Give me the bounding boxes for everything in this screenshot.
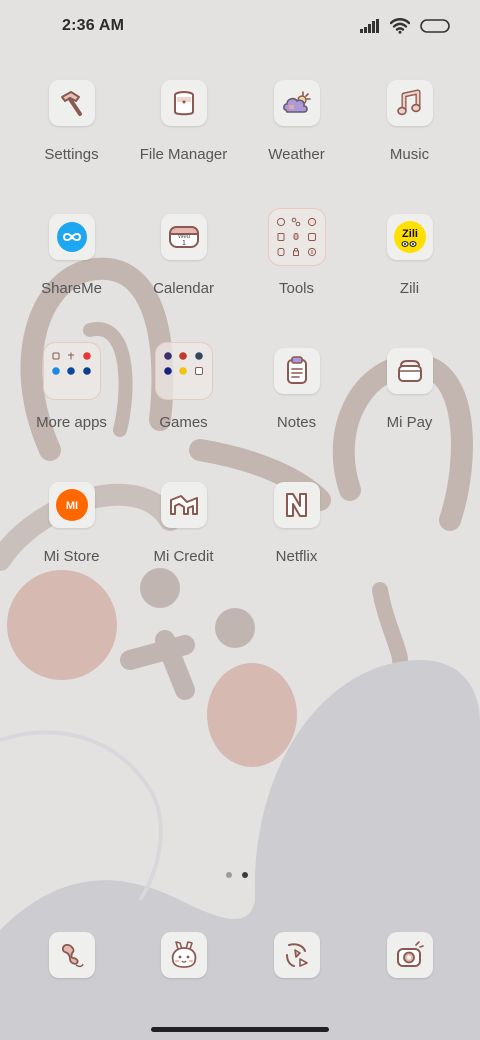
infinity-icon (48, 214, 95, 260)
mini-scissors-icon (290, 215, 303, 228)
signal-icon (360, 19, 379, 33)
app-label: Zili (399, 280, 420, 297)
mi-credit-icon (160, 482, 207, 528)
app-label: Weather (268, 146, 325, 163)
page-indicator (226, 872, 248, 878)
app-label: Netflix (275, 548, 318, 565)
mini-app-icon (50, 364, 63, 377)
mini-app-icon (65, 364, 78, 377)
browser-shapes-icon (273, 932, 320, 978)
home-screen: 2:36 AM Settings File Manager Weather Mu… (0, 0, 480, 1040)
status-bar: 2:36 AM (0, 0, 480, 56)
zili-logo-text: Zili (402, 228, 418, 240)
bunny-messages-icon (160, 932, 207, 978)
mini-compass-icon (305, 215, 318, 228)
netflix-n-icon (273, 482, 320, 528)
folder-games[interactable]: Games (127, 342, 240, 458)
app-label: Notes (276, 414, 317, 431)
app-label: Games (159, 414, 208, 431)
mini-game-icon (177, 349, 190, 362)
zili-icon: Zili (386, 214, 433, 260)
mini-game-icon (162, 364, 175, 377)
app-mi-store[interactable]: MI Mi Store (15, 482, 128, 592)
app-weather[interactable]: Weather (240, 80, 353, 190)
mini-scanner-icon (305, 230, 318, 243)
mini-calculator-icon (275, 230, 288, 243)
folder-icon (267, 208, 326, 266)
app-label: Mi Credit (153, 548, 214, 565)
app-label: Settings (44, 146, 99, 163)
phone-handset-icon (48, 932, 95, 978)
mi-logo-icon: MI (48, 482, 95, 528)
app-calendar[interactable]: Wed 1 Calendar (127, 214, 240, 324)
page-dot-2[interactable] (242, 872, 248, 878)
app-label: More apps (36, 414, 107, 431)
folder-more-apps[interactable]: More apps (15, 342, 128, 458)
app-label: ShareMe (41, 280, 102, 297)
app-label: Music (389, 146, 430, 163)
app-label: Mi Store (43, 548, 100, 565)
mini-recorder-icon (290, 230, 303, 243)
mini-lock-icon (290, 246, 303, 259)
app-netflix[interactable]: Netflix (240, 482, 353, 592)
dock-camera[interactable] (353, 932, 466, 992)
app-notes[interactable]: Notes (240, 348, 353, 458)
app-file-manager[interactable]: File Manager (127, 80, 240, 190)
status-time: 2:36 AM (62, 17, 125, 34)
app-shareme[interactable]: ShareMe (15, 214, 128, 324)
folder-tools[interactable]: Tools (240, 208, 353, 324)
dock-browser[interactable] (240, 932, 353, 992)
mini-game-icon (177, 364, 190, 377)
app-label: Mi Pay (386, 414, 433, 431)
music-note-icon (386, 80, 433, 126)
mini-download-icon (305, 246, 318, 259)
mini-app-icon (50, 349, 63, 362)
battery-icon (420, 19, 450, 33)
page-dot-1[interactable] (226, 872, 232, 878)
hammer-icon (48, 80, 95, 126)
app-mi-credit[interactable]: Mi Credit (127, 482, 240, 592)
mini-game-icon (192, 364, 205, 377)
app-zili[interactable]: Zili Zili (353, 214, 466, 324)
app-settings[interactable]: Settings (15, 80, 128, 190)
app-label: Calendar (153, 280, 214, 297)
cloud-sun-icon (273, 80, 320, 126)
clipboard-icon (273, 348, 320, 394)
calendar-icon: Wed 1 (160, 214, 207, 260)
mi-logo-text: MI (65, 500, 77, 512)
app-label: File Manager (139, 146, 228, 163)
mini-app-icon (80, 349, 93, 362)
app-music[interactable]: Music (353, 80, 466, 190)
mini-game-icon (162, 349, 175, 362)
dock-phone[interactable] (15, 932, 128, 992)
status-icons (360, 18, 450, 34)
wifi-icon (390, 18, 410, 34)
app-label: Tools (278, 280, 315, 297)
mini-clock-icon (275, 215, 288, 228)
wallet-icon (386, 348, 433, 394)
folder-icon (42, 342, 101, 400)
folder-icon (154, 342, 213, 400)
dock-messages[interactable] (127, 932, 240, 992)
camera-icon (386, 932, 433, 978)
calendar-date-text: 1 (182, 240, 186, 247)
home-indicator[interactable] (151, 1027, 329, 1032)
mini-game-icon (192, 349, 205, 362)
mini-mirror-icon (275, 246, 288, 259)
mini-app-icon (65, 349, 78, 362)
mini-app-icon (80, 364, 93, 377)
folder-jar-icon (160, 80, 207, 126)
app-mi-pay[interactable]: Mi Pay (353, 348, 466, 458)
